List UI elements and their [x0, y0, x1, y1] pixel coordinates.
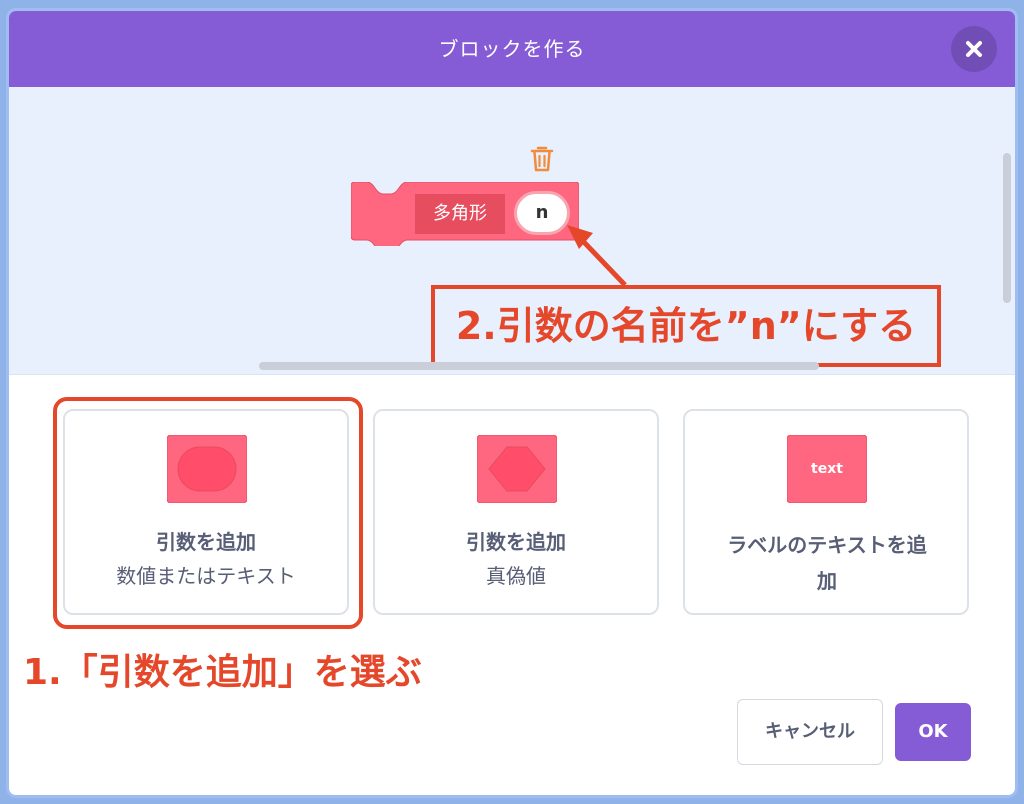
label-icon-text: text	[811, 461, 843, 477]
block-preview-workspace: 多角形 n 2.引数の名前を”n”にする	[9, 87, 1015, 375]
option-title-part1: ラベルのテキストを追	[727, 533, 927, 557]
close-button[interactable]	[951, 26, 997, 72]
add-label-text-option[interactable]: text ラベルのテキストを追加	[683, 409, 969, 615]
close-icon	[966, 41, 982, 57]
dialog-title: ブロックを作る	[438, 37, 586, 61]
option-title: 引数を追加	[466, 530, 566, 554]
annotation-step2: 2.引数の名前を”n”にする	[431, 285, 941, 367]
cancel-button[interactable]: キャンセル	[737, 699, 883, 765]
add-input-boolean-option[interactable]: 引数を追加 真偽値	[373, 409, 659, 615]
annotation-highlight-box	[53, 397, 363, 629]
option-subtitle: 真偽値	[486, 564, 546, 588]
option-title: ラベルのテキストを追加	[699, 527, 955, 599]
vertical-scrollbar[interactable]	[1003, 153, 1011, 303]
label-text-icon: text	[787, 435, 867, 503]
horizontal-scrollbar[interactable]	[259, 362, 819, 370]
boolean-input-icon	[477, 435, 557, 503]
make-block-dialog: ブロックを作る 多角形 n 2.引数の名前を”n”にする 引数を追加 数値または…	[6, 8, 1018, 798]
annotation-step1: 1.「引数を追加」を選ぶ	[23, 652, 422, 693]
dialog-header: ブロックを作る	[9, 11, 1015, 87]
option-title-part2: 加	[817, 569, 837, 593]
ok-button[interactable]: OK	[895, 703, 971, 761]
